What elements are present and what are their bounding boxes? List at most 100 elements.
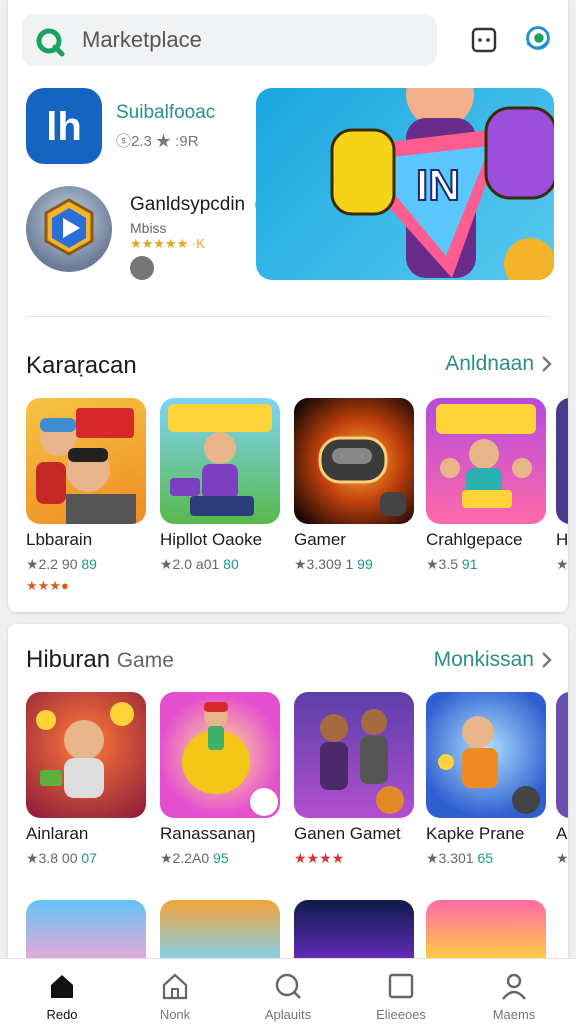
- bottom-nav: Redo Nonk Aplauits Elieeoes Maems: [0, 958, 576, 1025]
- tile-meta: ★3.5 91: [426, 556, 477, 573]
- row3-tile-artwork[interactable]: [426, 900, 546, 964]
- tile-artwork: [426, 398, 546, 524]
- tile-artwork: [294, 692, 414, 818]
- tile-meta: ★2.2 90 89: [26, 556, 97, 573]
- tile-meta: ★: [556, 850, 568, 866]
- featured-banner[interactable]: IN: [256, 88, 554, 280]
- house-outline-icon: [162, 973, 188, 1000]
- tile-artwork: [556, 398, 568, 524]
- nav-label: Elieeoes: [376, 1007, 426, 1022]
- nav-item-elieeoes[interactable]: Elieeoes: [346, 959, 456, 1025]
- promo-app1-name[interactable]: Suibalfooac: [116, 102, 215, 124]
- section1-see-all-label: Anldnaan: [445, 352, 534, 375]
- app-tile[interactable]: Crahlgepace ★3.5 91: [426, 398, 546, 578]
- app-tile-partial[interactable]: He ★3: [556, 398, 568, 578]
- search-bar[interactable]: Marketplace: [22, 14, 437, 66]
- game-cover-icon: [36, 702, 134, 798]
- tile-name: Ganen Gamet: [294, 824, 401, 843]
- section2-title-main: Hiburan: [26, 646, 111, 673]
- app-tile[interactable]: Kapke Prane ★3.301 65: [426, 692, 546, 872]
- tile-artwork: [426, 692, 546, 818]
- chevron-right-icon: [542, 356, 552, 372]
- search-logo-icon: [36, 28, 65, 57]
- tile-meta: ★3: [556, 556, 568, 572]
- row3-tile-artwork[interactable]: [294, 900, 414, 964]
- tile-meta-score: 91: [461, 556, 478, 572]
- banner-artwork-icon: IN: [330, 88, 554, 280]
- app-tile[interactable]: Hipllot Oaoke ★2.0 a01 80: [160, 398, 280, 578]
- game-cover-icon: [436, 404, 536, 508]
- profile-avatar-icon[interactable]: [520, 20, 556, 56]
- nav-label: Nonk: [159, 1007, 191, 1022]
- section2-see-all-label: Monkissan: [433, 648, 534, 671]
- tile-meta-score: 80: [223, 556, 239, 572]
- tile-meta-score: 07: [81, 850, 97, 866]
- search-input[interactable]: Marketplace: [82, 27, 202, 53]
- tile-name: Gamer: [294, 530, 346, 549]
- tile-artwork: [160, 398, 280, 524]
- top-card: Marketplace lh Suibalfooac ⓢ2.3 ★ :9R Ga…: [8, 0, 568, 612]
- tile-meta: ★3.309 1 99: [294, 556, 373, 573]
- tile-meta-rating: ★3.309 1: [294, 556, 354, 572]
- app-tile[interactable]: Lbbarain ★2.2 90 89 ★★★●: [26, 398, 146, 598]
- app-tile[interactable]: Ranassanaŋ ★2.2A0 95: [160, 692, 280, 872]
- game-cover-icon: [320, 709, 404, 814]
- section2-title-sub: Game: [116, 649, 174, 672]
- promo-app1-icon[interactable]: lh: [26, 88, 102, 164]
- home-icon: [51, 975, 73, 998]
- app-tile[interactable]: Gamer ★3.309 1 99: [294, 398, 414, 578]
- tile-artwork: [26, 398, 146, 524]
- search-apps-icon: [275, 973, 301, 999]
- promo-app1-meta: ⓢ2.3 ★ :9R: [116, 133, 199, 150]
- tile-meta-score: 99: [357, 556, 373, 572]
- tile-meta: ★3.301 65: [426, 850, 493, 867]
- app-tile[interactable]: Ganen Gamet ★★★★: [294, 692, 414, 872]
- tile-meta: ★2.0 a01 80: [160, 556, 239, 573]
- banner-text: IN: [416, 161, 460, 210]
- tile-meta-rating: ★2.2 90: [26, 556, 78, 572]
- tile-artwork: [26, 692, 146, 818]
- tile-meta: ★★★★: [294, 850, 345, 866]
- promo-app2-icon[interactable]: [26, 186, 112, 272]
- nav-item-aplauits[interactable]: Aplauits: [233, 959, 343, 1025]
- tile-name: He: [556, 530, 568, 549]
- tile-stars: ★★★●: [26, 578, 69, 593]
- row3-tile-artwork[interactable]: [160, 900, 280, 964]
- tile-meta-rating: ★3.301: [426, 850, 474, 866]
- tile-name: Ranassanaŋ: [160, 824, 256, 843]
- tile-artwork: [556, 692, 568, 818]
- tile-name: Lbbarain: [26, 530, 93, 549]
- tile-name: Ainlaran: [26, 824, 89, 843]
- app-tile[interactable]: Ainlaran ★3.8 00 07: [26, 692, 146, 872]
- tile-meta: ★3.8 00 07: [26, 850, 97, 867]
- tile-meta-rating: ★2.2A0: [160, 850, 210, 866]
- nav-item-nonk[interactable]: Nonk: [120, 959, 230, 1025]
- promo-app2-badge-icon: [130, 256, 154, 280]
- tile-name: Crahlgepace: [426, 530, 523, 549]
- play-badge-icon: [44, 198, 94, 256]
- divider: [26, 316, 550, 317]
- tile-name: Hipllot Oaoke: [160, 530, 263, 549]
- tile-meta-score: 95: [213, 850, 229, 866]
- tile-artwork: [160, 692, 280, 818]
- notifications-icon[interactable]: [466, 22, 502, 58]
- tile-name: Kapke Prane: [426, 824, 525, 843]
- person-icon: [502, 973, 526, 1000]
- nav-item-maems[interactable]: Maems: [459, 959, 569, 1025]
- promo-app2-name-text: Ganldsypcdin: [130, 194, 246, 215]
- tile-meta: ★2.2A0 95: [160, 850, 229, 867]
- section2-see-all[interactable]: Monkissan: [434, 648, 554, 672]
- game-cover-icon: [36, 408, 136, 524]
- nav-label: Aplauits: [264, 1007, 312, 1022]
- app-logo-icon: lh: [46, 105, 82, 149]
- tile-meta-score: 65: [477, 850, 494, 866]
- section1-see-all[interactable]: Anldnaan: [445, 352, 554, 376]
- tile-meta-rating: ★3.5: [426, 556, 459, 572]
- nav-label: Maems: [492, 1007, 536, 1022]
- nav-item-redo[interactable]: Redo: [7, 959, 117, 1025]
- promo-app2-name[interactable]: Ganldsypcdin ☻: [130, 194, 270, 216]
- game-cover-icon: [318, 436, 406, 516]
- row3-tile-artwork[interactable]: [26, 900, 146, 964]
- game-cover-icon: [438, 716, 540, 814]
- app-tile-partial[interactable]: Ar ★: [556, 692, 568, 872]
